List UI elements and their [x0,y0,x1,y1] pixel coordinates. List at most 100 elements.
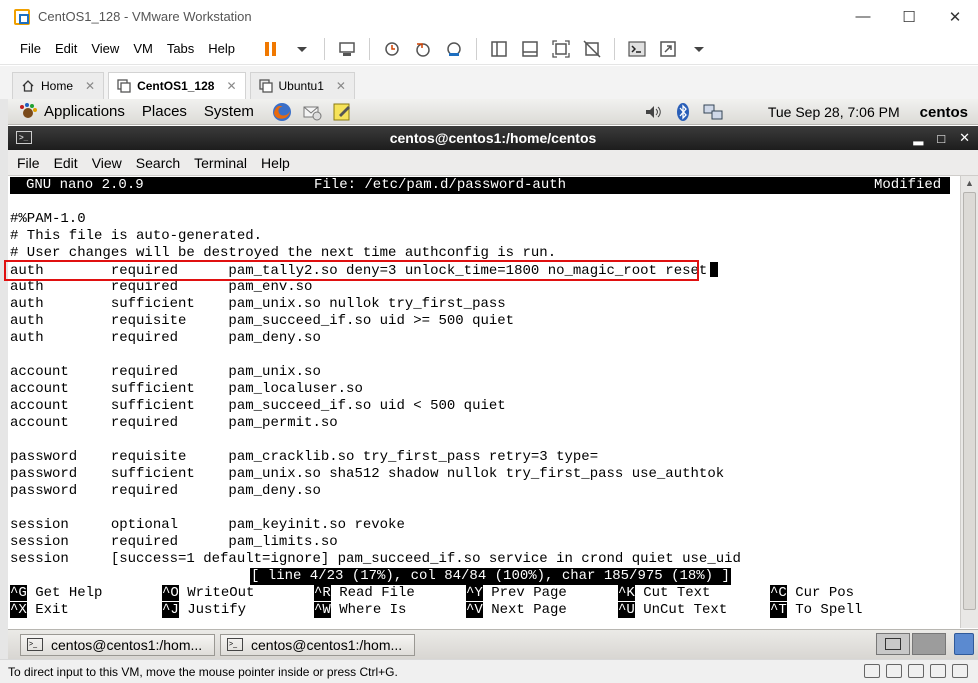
nano-modified: Modified [874,177,942,193]
minimize-icon[interactable]: — [840,0,886,33]
taskbar-item-terminal-1[interactable]: >_ centos@centos1:/hom... [20,633,215,656]
nano-version: GNU nano 2.0.9 [26,177,144,193]
file-line: session [success=1 default=ignore] pam_s… [10,551,741,567]
terminal-menu-view[interactable]: View [85,155,129,171]
trash-icon[interactable] [954,633,974,655]
dropdown-arrow-icon[interactable] [293,40,311,58]
full-screen-icon[interactable] [552,39,570,58]
shortcut-key: ^K [618,585,635,601]
dropdown-arrow-icon[interactable] [690,40,708,58]
gnome-foot-icon[interactable] [18,102,38,122]
terminal-menu-terminal[interactable]: Terminal [187,155,254,171]
menu-view[interactable]: View [84,41,126,56]
close-tab-icon[interactable]: ✕ [336,79,346,93]
file-line: account sufficient pam_succeed_if.so uid… [10,398,506,414]
menu-help[interactable]: Help [201,41,242,56]
firefox-icon[interactable] [271,101,293,123]
vm-icon [117,79,131,93]
menu-vm[interactable]: VM [126,41,160,56]
close-icon[interactable]: ✕ [932,0,978,33]
maximize-icon[interactable]: □ [937,131,945,146]
volume-icon[interactable] [642,101,664,123]
network-icon[interactable] [702,101,724,123]
vmware-logo-icon [14,8,30,25]
scroll-up-icon[interactable]: ▲ [961,176,978,190]
maximize-icon[interactable]: ☐ [886,0,932,33]
taskbar-item-label: centos@centos1:/hom... [251,636,403,653]
send-ctrl-alt-del-icon[interactable] [338,40,356,58]
shortcut-key: ^O [162,585,179,601]
stretch-guest-icon[interactable] [659,40,677,58]
home-icon [21,79,35,93]
shortcut-label: WriteOut [187,585,255,601]
network-adapter-icon[interactable] [908,664,924,678]
shortcut-justify: ^J Justify [162,602,246,619]
shortcut-uncut-text: ^U UnCut Text [618,602,727,619]
menu-file[interactable]: File [13,41,48,56]
menu-tabs[interactable]: Tabs [160,41,201,56]
panel-user[interactable]: centos [920,104,968,121]
terminal-menu-search[interactable]: Search [129,155,187,171]
close-tab-icon[interactable]: ✕ [226,79,236,93]
shortcut-label: Cur Pos [795,585,855,601]
terminal-icon: >_ [27,638,43,651]
vmware-window: CentOS1_128 - VMware Workstation — ☐ ✕ F… [0,0,978,683]
terminal-title: centos@centos1:/home/centos [389,130,597,146]
bluetooth-icon[interactable] [672,101,694,123]
shortcut-label: To Spell [795,602,863,618]
evolution-mail-icon[interactable] [301,101,323,123]
revert-snapshot-icon[interactable] [414,40,432,58]
window-title: CentOS1_128 - VMware Workstation [38,9,252,24]
close-tab-icon[interactable]: ✕ [85,79,95,93]
shortcut-next-page: ^V Next Page [466,602,567,619]
tab-ubuntu1[interactable]: Ubuntu1 ✕ [249,72,355,99]
shortcut-key: ^C [770,585,787,601]
display-icon[interactable] [952,664,968,678]
file-line: auth required pam_deny.so [10,330,321,346]
console-view-icon[interactable] [628,40,646,58]
shortcut-exit: ^X Exit [10,602,69,619]
tab-centos1[interactable]: CentOS1_128 ✕ [108,72,246,99]
close-icon[interactable]: ✕ [959,130,970,146]
terminal-menu-help[interactable]: Help [254,155,297,171]
nano-header: GNU nano 2.0.9 File: /etc/pam.d/password… [10,177,950,194]
terminal-scrollbar[interactable]: ▲ [960,176,978,628]
workspace-2[interactable] [912,633,946,655]
pause-icon[interactable] [262,40,280,58]
terminal-menu-edit[interactable]: Edit [47,155,85,171]
nano-filename: File: /etc/pam.d/password-auth [314,177,567,193]
file-line: auth requisite pam_succeed_if.so uid >= … [10,313,515,329]
terminal-window-controls: ▂ □ ✕ [913,126,970,150]
file-line: account required pam_permit.so [10,415,338,431]
shortcut-get-help: ^G Get Help [10,585,102,602]
tab-home[interactable]: Home ✕ [12,72,105,99]
toolbar-separator [324,37,326,60]
minimize-icon[interactable]: ▂ [913,130,923,146]
snapshot-icon[interactable] [383,40,401,58]
panel-clock[interactable]: Tue Sep 28, 7:06 PM [768,104,900,120]
vmware-status-bar: To direct input to this VM, move the mou… [0,659,978,683]
terminal-menu-file[interactable]: File [10,155,47,171]
shortcut-label: Prev Page [491,585,567,601]
menu-system[interactable]: System [204,103,254,120]
highlight-annotation [4,260,699,281]
cd-drive-icon[interactable] [886,664,902,678]
workspace-1[interactable] [876,633,910,655]
taskbar-item-terminal-2[interactable]: >_ centos@centos1:/hom... [220,633,415,656]
menu-places[interactable]: Places [142,103,187,120]
scrollbar-thumb[interactable] [963,192,976,610]
hard-disk-icon[interactable] [864,664,880,678]
show-library-icon[interactable] [490,40,508,58]
snapshot-manager-icon[interactable] [445,40,463,58]
menu-edit[interactable]: Edit [48,41,84,56]
window-controls: — ☐ ✕ [840,0,978,33]
shortcut-key: ^T [770,602,787,618]
unity-icon[interactable] [583,39,601,58]
terminal-content[interactable]: GNU nano 2.0.9 File: /etc/pam.d/password… [4,176,960,628]
menu-applications[interactable]: Applications [44,103,125,120]
usb-icon[interactable] [930,664,946,678]
thumbnail-bar-icon[interactable] [521,40,539,58]
shortcut-key: ^J [162,602,179,618]
text-editor-icon[interactable] [331,101,353,123]
text-cursor [710,262,719,277]
